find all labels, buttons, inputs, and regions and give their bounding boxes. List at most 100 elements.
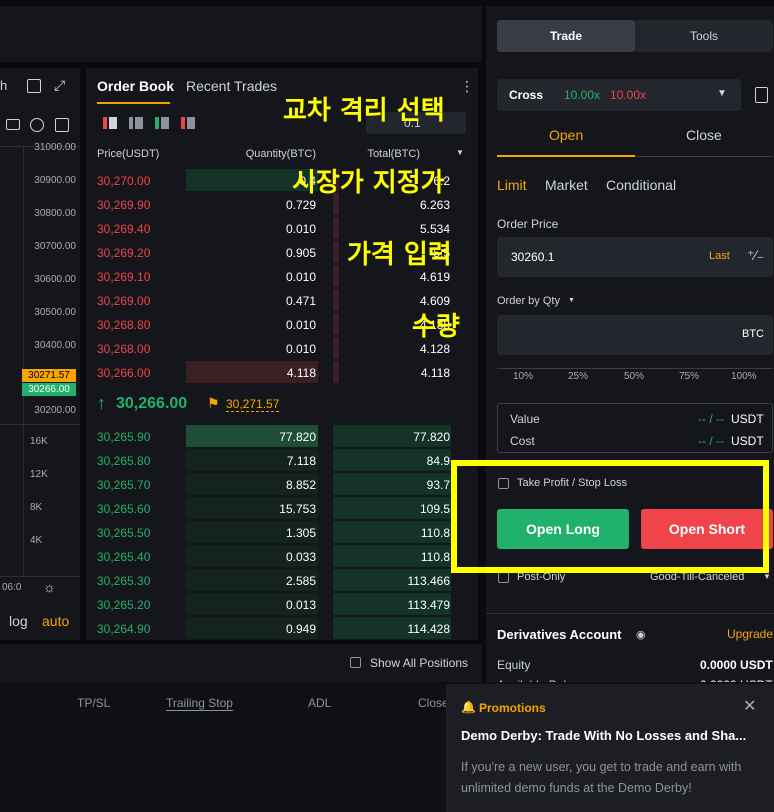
tab-recent-trades[interactable]: Recent Trades <box>186 78 277 94</box>
bid-price: 30,265.60 <box>97 502 151 516</box>
view-all-icon[interactable] <box>129 117 143 129</box>
bid-qty: 0.949 <box>285 622 316 636</box>
price-axis-label: 30200.00 <box>34 405 76 416</box>
order-type-market[interactable]: Market <box>545 177 588 193</box>
bid-price: 30,264.90 <box>97 622 151 636</box>
bid-price: 30,265.20 <box>97 598 151 612</box>
tab-order-book[interactable]: Order Book <box>97 78 174 94</box>
ask-row[interactable]: 30,266.00 4.118 4.118 <box>86 361 478 385</box>
order-price-value: 30260.1 <box>511 250 555 264</box>
bid-row[interactable]: 30,265.40 0.033 110.8 <box>86 545 478 569</box>
view-both-icon[interactable] <box>103 117 117 129</box>
tab-tools[interactable]: Tools <box>635 20 773 52</box>
ask-qty: 0.010 <box>285 270 316 284</box>
bid-row[interactable]: 30,265.60 15.753 109.5 <box>86 497 478 521</box>
margin-leverage-select[interactable]: Cross 10.00x 10.00x ▼ <box>497 79 741 111</box>
order-price-input[interactable]: 30260.1 Last ⁺∕₋ <box>497 237 773 277</box>
timeframe-label[interactable]: h <box>0 78 7 93</box>
bid-qty: 0.013 <box>285 598 316 612</box>
bid-total: 109.5 <box>419 502 450 516</box>
settings-icon[interactable] <box>30 118 44 132</box>
camera-icon[interactable] <box>6 119 20 130</box>
bid-qty: 0.033 <box>285 550 316 564</box>
column-trailing-stop: Trailing Stop <box>166 696 233 711</box>
timezone-icon[interactable]: ☼ <box>43 579 56 595</box>
cost-unit: USDT <box>731 434 764 448</box>
bid-total: 113.479 <box>407 598 451 612</box>
percentage-slider[interactable]: 10% 25% 50% 75% 100% <box>497 368 773 382</box>
chart-panel[interactable]: h ⤢ 31000.00 30900.00 30800.00 30700.00 … <box>0 68 80 640</box>
cost-amount: -- / -- <box>698 434 724 448</box>
post-only-checkbox[interactable] <box>498 572 509 583</box>
calculator-icon[interactable] <box>755 87 768 103</box>
pct-50[interactable]: 50% <box>624 371 644 382</box>
tab-tools-label: Tools <box>689 29 718 43</box>
ask-price: 30,268.00 <box>97 342 151 356</box>
show-all-positions-label: Show All Positions <box>370 656 469 670</box>
ask-price: 30,266.00 <box>97 366 151 380</box>
column-quantity: Quantity(BTC) <box>245 148 316 160</box>
layout-grid-icon[interactable] <box>27 79 41 93</box>
view-bids-icon[interactable] <box>155 117 169 129</box>
last-price: 30,266.00 <box>116 395 188 412</box>
pct-10[interactable]: 10% <box>513 371 533 382</box>
chart-style-icon[interactable] <box>55 118 69 132</box>
trade-panel: Trade Tools Cross 10.00x 10.00x ▼ Open C… <box>486 6 774 692</box>
bid-qty: 8.852 <box>285 478 316 492</box>
last-price-tag: 30266.00 <box>22 383 76 396</box>
order-type-conditional[interactable]: Conditional <box>606 177 676 193</box>
value-unit: USDT <box>731 412 764 426</box>
ask-price: 30,269.40 <box>97 222 151 236</box>
margin-mode: Cross <box>509 88 544 102</box>
bid-row[interactable]: 30,265.30 2.585 113.466 <box>86 569 478 593</box>
log-scale-toggle[interactable]: log <box>9 613 28 629</box>
tab-close[interactable]: Close <box>686 127 722 143</box>
annotation-quantity: 수량 <box>412 312 460 342</box>
bid-row[interactable]: 30,265.20 0.013 113.479 <box>86 593 478 617</box>
fullscreen-icon[interactable]: ⤢ <box>54 77 65 94</box>
chart-header <box>0 6 482 62</box>
price-axis-label: 31000.00 <box>34 142 76 153</box>
bid-total: 77.820 <box>413 430 450 444</box>
cost-label: Cost <box>510 434 535 448</box>
bid-qty: 1.305 <box>285 526 316 540</box>
view-asks-icon[interactable] <box>181 117 195 129</box>
tab-open[interactable]: Open <box>549 127 583 143</box>
auto-scale-toggle[interactable]: auto <box>42 613 69 629</box>
ask-qty: 0.471 <box>285 294 316 308</box>
more-options-icon[interactable]: ⋮ <box>460 78 474 95</box>
bid-price: 30,265.80 <box>97 454 151 468</box>
bid-row[interactable]: 30,265.90 77.820 77.820 <box>86 425 478 449</box>
value-amount: -- / -- <box>698 412 724 426</box>
time-axis-label: 06:0 <box>2 582 22 593</box>
upgrade-link[interactable]: Upgrade <box>727 627 773 641</box>
promotion-title[interactable]: Demo Derby: Trade With No Losses and Sha… <box>461 728 766 743</box>
volume-axis-label: 8K <box>30 502 43 513</box>
toggle-icon[interactable]: ⁺∕₋ <box>747 247 764 264</box>
sort-icon[interactable]: ▼ <box>456 148 464 157</box>
eye-icon[interactable]: ◉ <box>636 628 646 641</box>
bid-total: 110.8 <box>420 550 450 564</box>
quantity-input[interactable]: BTC <box>497 315 773 355</box>
pct-75[interactable]: 75% <box>679 371 699 382</box>
bid-row[interactable]: 30,265.70 8.852 93.7 <box>86 473 478 497</box>
bid-row[interactable]: 30,264.90 0.949 114.428 <box>86 617 478 641</box>
column-close: Close <box>418 696 449 710</box>
bid-qty: 77.820 <box>279 430 316 444</box>
bid-row[interactable]: 30,265.50 1.305 110.8 <box>86 521 478 545</box>
tab-trade[interactable]: Trade <box>497 20 635 52</box>
price-axis-label: 30600.00 <box>34 274 76 285</box>
mark-price[interactable]: 30,271.57 <box>226 397 280 412</box>
pct-25[interactable]: 25% <box>568 371 588 382</box>
close-icon[interactable]: ✕ <box>743 696 756 716</box>
up-arrow-icon: ↑ <box>97 393 106 413</box>
equity-value: 0.0000 USDT <box>700 658 773 672</box>
order-type-limit[interactable]: Limit <box>497 177 527 193</box>
last-price-button[interactable]: Last <box>709 250 730 262</box>
show-all-positions-checkbox[interactable] <box>350 657 361 668</box>
volume-axis-label: 12K <box>30 469 48 480</box>
bid-row[interactable]: 30,265.80 7.118 84.9 <box>86 449 478 473</box>
pct-100[interactable]: 100% <box>731 371 757 382</box>
qty-mode-select[interactable]: Order by Qty <box>497 295 560 307</box>
bid-price: 30,265.90 <box>97 430 151 444</box>
